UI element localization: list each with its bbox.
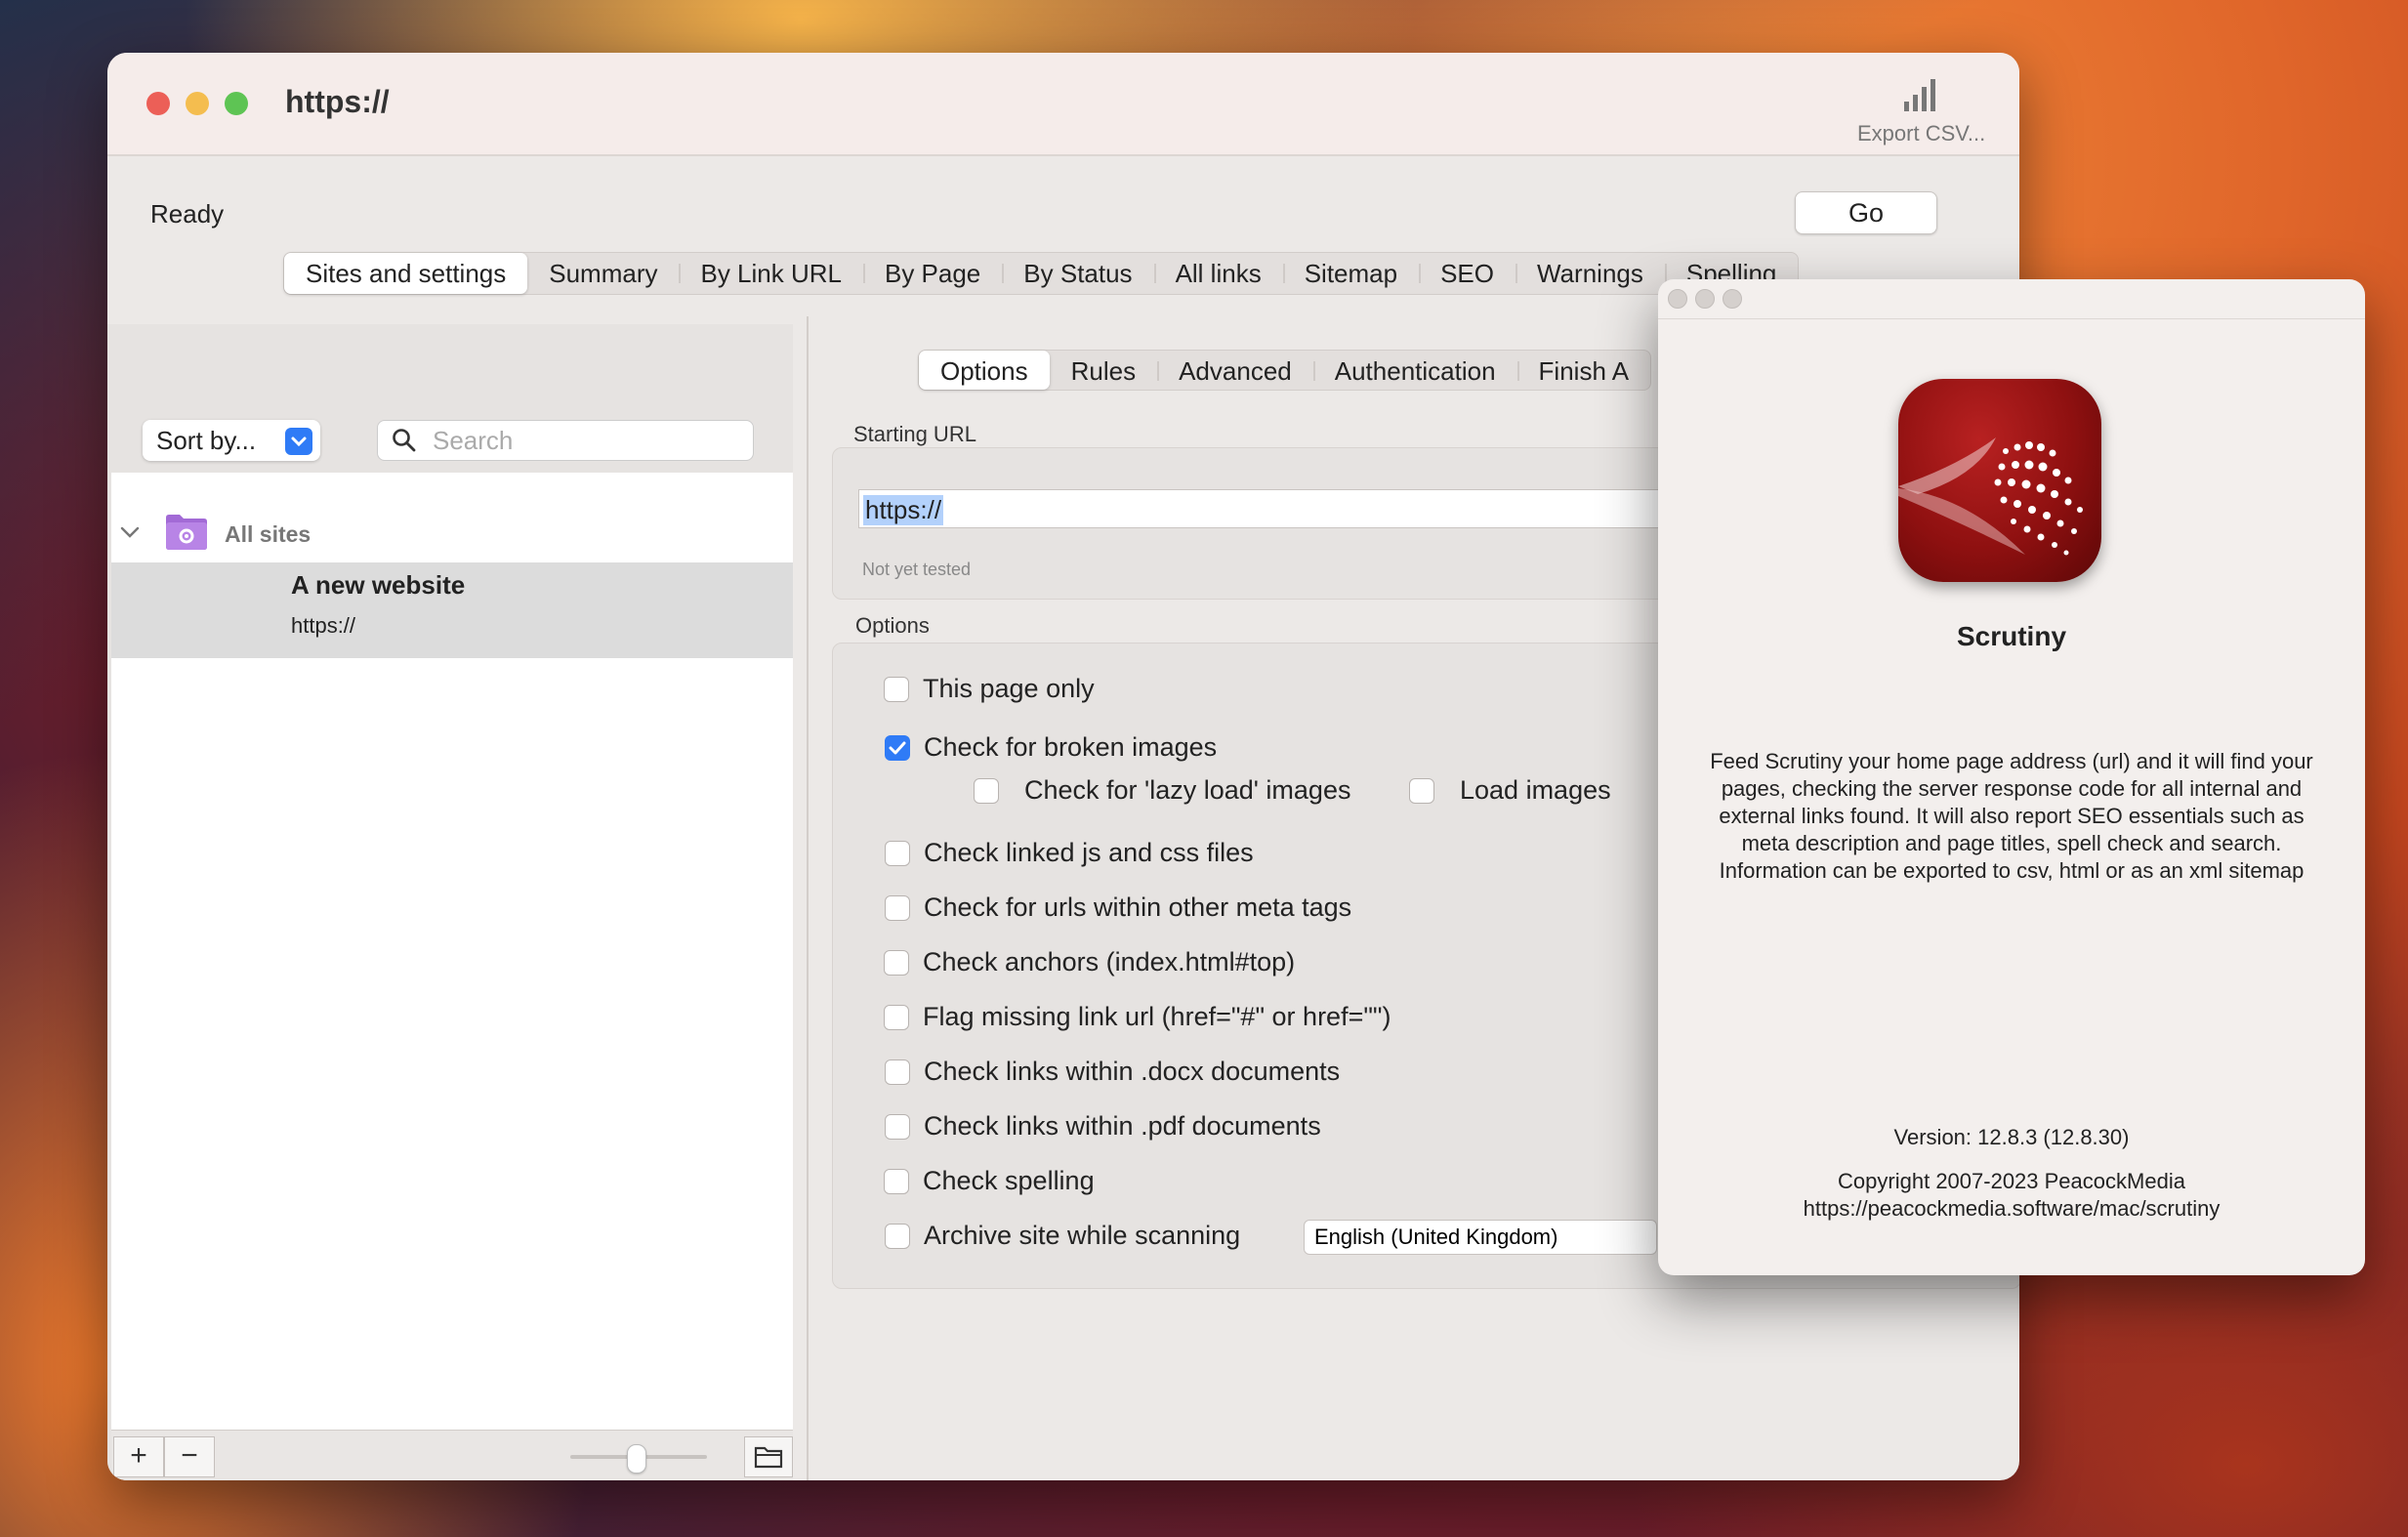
checkbox-docx-links[interactable] xyxy=(885,1059,910,1085)
label-lazy-load-images: Check for 'lazy load' images xyxy=(1024,775,1351,805)
checkbox-check-js-css[interactable] xyxy=(885,841,910,866)
checkbox-this-page-only[interactable] xyxy=(884,677,909,702)
label-load-images: Load images xyxy=(1460,775,1611,805)
tab-by-status[interactable]: By Status xyxy=(1002,253,1153,294)
chevron-down-icon xyxy=(285,428,312,455)
disclosure-chevron-icon[interactable] xyxy=(119,523,141,541)
about-window: Scrutiny Feed Scrutiny your home page ad… xyxy=(1658,279,2365,1275)
settings-sub-tabs: Options Rules Advanced Authentication Fi… xyxy=(918,350,1652,391)
export-csv-button[interactable]: Export CSV... xyxy=(1857,121,1985,146)
folder-button[interactable] xyxy=(744,1436,793,1477)
checkbox-check-spelling[interactable] xyxy=(884,1169,909,1194)
label-meta-tag-urls: Check for urls within other meta tags xyxy=(924,893,1352,922)
about-copyright: Copyright 2007-2023 PeacockMedia xyxy=(1838,1169,2185,1193)
checkbox-meta-tag-urls[interactable] xyxy=(885,895,910,921)
subtab-authentication[interactable]: Authentication xyxy=(1312,351,1517,390)
remove-site-button[interactable]: − xyxy=(164,1436,215,1477)
label-archive-site: Archive site while scanning xyxy=(924,1221,1241,1250)
label-check-spelling: Check spelling xyxy=(923,1166,1095,1195)
about-url[interactable]: https://peacockmedia.software/mac/scruti… xyxy=(1658,1195,2365,1223)
label-pdf-links: Check links within .pdf documents xyxy=(924,1111,1321,1141)
group-label: All sites xyxy=(225,521,311,547)
minimize-button[interactable] xyxy=(186,92,209,115)
tab-warnings[interactable]: Warnings xyxy=(1515,253,1665,294)
checkmark-icon xyxy=(889,741,906,755)
site-url: https:// xyxy=(291,613,356,638)
checkbox-flag-missing-url[interactable] xyxy=(884,1005,909,1030)
zoom-button[interactable] xyxy=(225,92,248,115)
checkbox-lazy-load-images[interactable] xyxy=(974,778,999,804)
spelling-language-popup[interactable]: English (United Kingdom) xyxy=(1304,1220,1657,1255)
checkbox-pdf-links[interactable] xyxy=(885,1114,910,1140)
sort-by-label: Sort by... xyxy=(156,426,257,455)
all-sites-group[interactable]: All sites xyxy=(111,512,793,551)
subtab-finish-actions[interactable]: Finish A xyxy=(1516,351,1651,390)
checkbox-check-anchors[interactable] xyxy=(884,950,909,976)
folder-icon xyxy=(754,1446,783,1469)
about-version: Version: 12.8.3 (12.8.30) xyxy=(1893,1125,2130,1149)
sort-by-popup[interactable]: Sort by... xyxy=(143,420,320,461)
signal-bars-icon[interactable] xyxy=(1902,78,1937,111)
checkbox-archive-site[interactable] xyxy=(885,1224,910,1249)
label-check-js-css: Check linked js and css files xyxy=(924,838,1254,867)
label-flag-missing-url: Flag missing link url (href="#" or href=… xyxy=(923,1002,1391,1031)
search-icon xyxy=(393,429,416,452)
starting-url-label: Starting URL xyxy=(853,422,976,446)
tab-sites-and-settings[interactable]: Sites and settings xyxy=(284,253,528,294)
site-list-item[interactable]: A new website https:// xyxy=(111,562,793,658)
status-text: Ready xyxy=(150,199,225,228)
slider-knob[interactable] xyxy=(627,1444,646,1474)
pane-divider[interactable] xyxy=(807,316,809,1480)
label-check-anchors: Check anchors (index.html#top) xyxy=(923,947,1296,976)
checkbox-check-broken-images[interactable] xyxy=(885,735,910,761)
about-description: Feed Scrutiny your home page address (ur… xyxy=(1710,749,2313,883)
about-app-name: Scrutiny xyxy=(1956,621,2067,651)
folder-gear-icon xyxy=(166,515,207,550)
about-copyright-block: Copyright 2007-2023 PeacockMedia https:/… xyxy=(1658,1168,2365,1223)
tab-all-links[interactable]: All links xyxy=(1153,253,1283,294)
tab-seo[interactable]: SEO xyxy=(1419,253,1515,294)
label-docx-links: Check links within .docx documents xyxy=(924,1057,1341,1086)
window-title: https:// xyxy=(285,84,390,119)
search-placeholder: Search xyxy=(433,426,514,455)
title-bar: https:// Export CSV... xyxy=(107,53,2019,156)
tab-summary[interactable]: Summary xyxy=(527,253,679,294)
about-minimize-button[interactable] xyxy=(1695,289,1715,309)
search-input[interactable]: Search xyxy=(377,420,754,461)
about-close-button[interactable] xyxy=(1668,289,1687,309)
spelling-language-value: English (United Kingdom) xyxy=(1314,1225,1558,1249)
add-site-button[interactable]: + xyxy=(113,1436,164,1477)
sidebar-bottom-bar: + − xyxy=(111,1430,793,1480)
tab-sitemap[interactable]: Sitemap xyxy=(1282,253,1419,294)
label-check-broken-images: Check for broken images xyxy=(924,732,1218,762)
subtab-rules[interactable]: Rules xyxy=(1050,351,1157,390)
about-title-bar xyxy=(1658,279,2365,319)
subtab-options[interactable]: Options xyxy=(919,351,1050,390)
tab-by-link-url[interactable]: By Link URL xyxy=(679,253,863,294)
site-name: A new website xyxy=(291,570,466,600)
url-test-status: Not yet tested xyxy=(862,560,972,579)
options-label: Options xyxy=(855,613,930,638)
about-zoom-button[interactable] xyxy=(1723,289,1742,309)
sites-list: All sites A new website https:// xyxy=(111,473,793,1430)
checkbox-load-images[interactable] xyxy=(1409,778,1434,804)
label-this-page-only: This page only xyxy=(923,674,1095,703)
main-tab-bar: Sites and settings Summary By Link URL B… xyxy=(283,252,1800,295)
close-button[interactable] xyxy=(146,92,170,115)
tab-by-page[interactable]: By Page xyxy=(862,253,1002,294)
go-button[interactable]: Go xyxy=(1795,191,1937,234)
scrutiny-app-icon xyxy=(1898,379,2101,582)
subtab-advanced[interactable]: Advanced xyxy=(1157,351,1313,390)
starting-url-value: https:// xyxy=(863,495,944,525)
